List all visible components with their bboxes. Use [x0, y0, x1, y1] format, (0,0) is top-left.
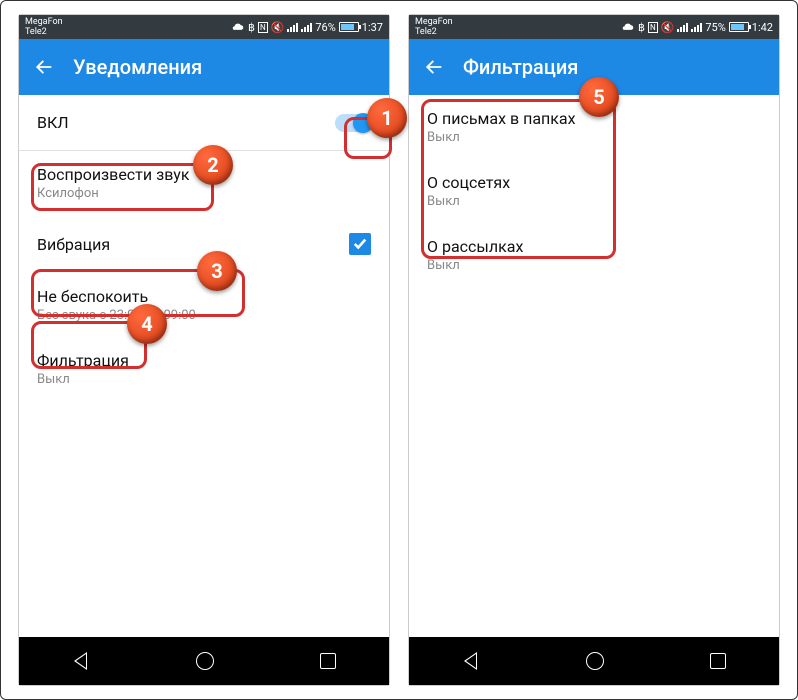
marker-2: 2 [193, 145, 233, 185]
phone-right: MegaFon Tele2 ฿ N 🔇 75% 1:42 Фильтрация … [409, 15, 779, 685]
marker-5: 5 [579, 77, 619, 117]
clock: 1:42 [752, 21, 773, 34]
status-bar: MegaFon Tele2 ฿ N 🔇 76% 1:37 [19, 15, 389, 39]
bluetooth-icon: ฿ [248, 21, 255, 34]
nav-back-icon[interactable] [72, 652, 90, 670]
carrier-1: MegaFon [415, 17, 453, 27]
nav-recent-icon[interactable] [320, 653, 336, 669]
marker-1: 1 [367, 98, 407, 138]
row-folders-sub: Выкл [427, 130, 576, 145]
row-filter[interactable]: Фильтрация Выкл [19, 337, 389, 401]
nfc-icon: N [258, 22, 268, 33]
system-nav-bar [19, 637, 389, 685]
filter-list: О письмах в папках Выкл О соцсетях Выкл … [409, 95, 779, 637]
row-filter-label: Фильтрация [37, 351, 129, 370]
signal-icon-1 [287, 22, 298, 32]
status-bar: MegaFon Tele2 ฿ N 🔇 75% 1:42 [409, 15, 779, 39]
page-title: Фильтрация [463, 55, 578, 79]
marker-4: 4 [127, 304, 167, 344]
system-nav-bar [409, 637, 779, 685]
battery-icon [339, 22, 359, 32]
bluetooth-icon: ฿ [638, 21, 645, 34]
row-newsletters-label: О рассылках [427, 237, 523, 256]
row-enable[interactable]: ВКЛ [19, 95, 389, 150]
back-icon[interactable] [423, 56, 445, 78]
row-dnd-sub: Без звука с 23:00 до 09:00 [37, 308, 196, 323]
nfc-icon: N [648, 22, 658, 33]
marker-3: 3 [197, 251, 237, 291]
phone-left: MegaFon Tele2 ฿ N 🔇 76% 1:37 Уведомления… [19, 15, 389, 685]
carrier-2: Tele2 [25, 27, 63, 37]
battery-icon [729, 22, 749, 32]
row-sound-label: Воспроизвести звук [37, 165, 189, 184]
signal-icon-1 [677, 22, 688, 32]
cloud-icon [621, 22, 635, 32]
carrier-1: MegaFon [25, 17, 63, 27]
row-enable-label: ВКЛ [37, 113, 69, 132]
nav-back-icon[interactable] [462, 652, 480, 670]
cloud-icon [231, 22, 245, 32]
row-sound-sub: Ксилофон [37, 186, 189, 201]
page-title: Уведомления [73, 55, 202, 79]
row-social[interactable]: О соцсетях Выкл [409, 159, 779, 223]
carrier-2: Tele2 [415, 27, 453, 37]
row-dnd-label: Не беспокоить [37, 287, 196, 306]
app-bar: Уведомления [19, 39, 389, 95]
row-newsletters-sub: Выкл [427, 258, 523, 273]
mute-icon: 🔇 [661, 21, 675, 34]
nav-home-icon[interactable] [586, 652, 604, 670]
row-social-label: О соцсетях [427, 173, 510, 192]
signal-icon-2 [301, 22, 312, 32]
back-icon[interactable] [33, 56, 55, 78]
row-social-sub: Выкл [427, 194, 510, 209]
checkbox-vibration[interactable] [349, 233, 371, 255]
row-newsletters[interactable]: О рассылках Выкл [409, 223, 779, 287]
toggle-enable[interactable] [335, 114, 371, 132]
signal-icon-2 [691, 22, 702, 32]
mute-icon: 🔇 [271, 21, 285, 34]
nav-recent-icon[interactable] [710, 653, 726, 669]
row-vibration-label: Вибрация [37, 235, 110, 254]
nav-home-icon[interactable] [196, 652, 214, 670]
row-folders-label: О письмах в папках [427, 109, 576, 128]
battery-pct: 75% [705, 21, 725, 34]
row-filter-sub: Выкл [37, 372, 129, 387]
clock: 1:37 [362, 21, 383, 34]
battery-pct: 76% [315, 21, 335, 34]
